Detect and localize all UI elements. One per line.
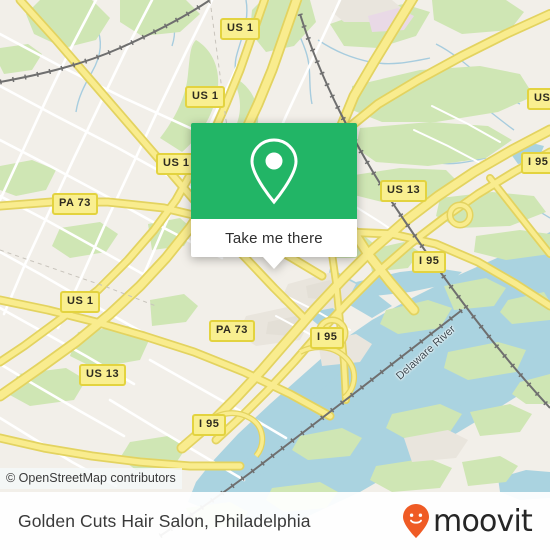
osm-attribution[interactable]: © OpenStreetMap contributors: [0, 468, 182, 489]
map-screen: US 1 US 1 US 1 PA 73 US 1 US 13 PA 73 I …: [0, 0, 550, 550]
popup-action-bar[interactable]: Take me there: [191, 219, 357, 269]
road-shield: US 1: [220, 18, 261, 40]
road-shield: PA 73: [209, 320, 255, 342]
road-shield: I 95: [192, 414, 227, 436]
footer-bar: Golden Cuts Hair Salon, Philadelphia moo…: [0, 492, 550, 550]
road-shield: I 95: [521, 152, 550, 174]
place-title: Golden Cuts Hair Salon, Philadelphia: [18, 510, 311, 531]
road-shield: US 13: [380, 180, 428, 202]
popup-header: [191, 123, 357, 219]
road-shield: US 1: [60, 291, 101, 313]
place-popup-card[interactable]: Take me there: [191, 123, 357, 269]
moovit-brand-logo[interactable]: moovit: [401, 503, 533, 539]
road-shield: I 95: [412, 251, 447, 273]
road-shield: US 13: [79, 364, 127, 386]
road-shield: US 13: [527, 88, 550, 110]
popup-pointer-tail: [263, 257, 285, 269]
road-shield: I 95: [310, 327, 345, 349]
road-shield: PA 73: [52, 193, 98, 215]
moovit-smiley-pin-icon: [403, 504, 430, 538]
moovit-wordmark: moovit: [433, 503, 533, 539]
road-shield: US 1: [185, 86, 226, 108]
location-pin-icon: [250, 138, 298, 205]
take-me-there-button[interactable]: Take me there: [225, 230, 323, 247]
